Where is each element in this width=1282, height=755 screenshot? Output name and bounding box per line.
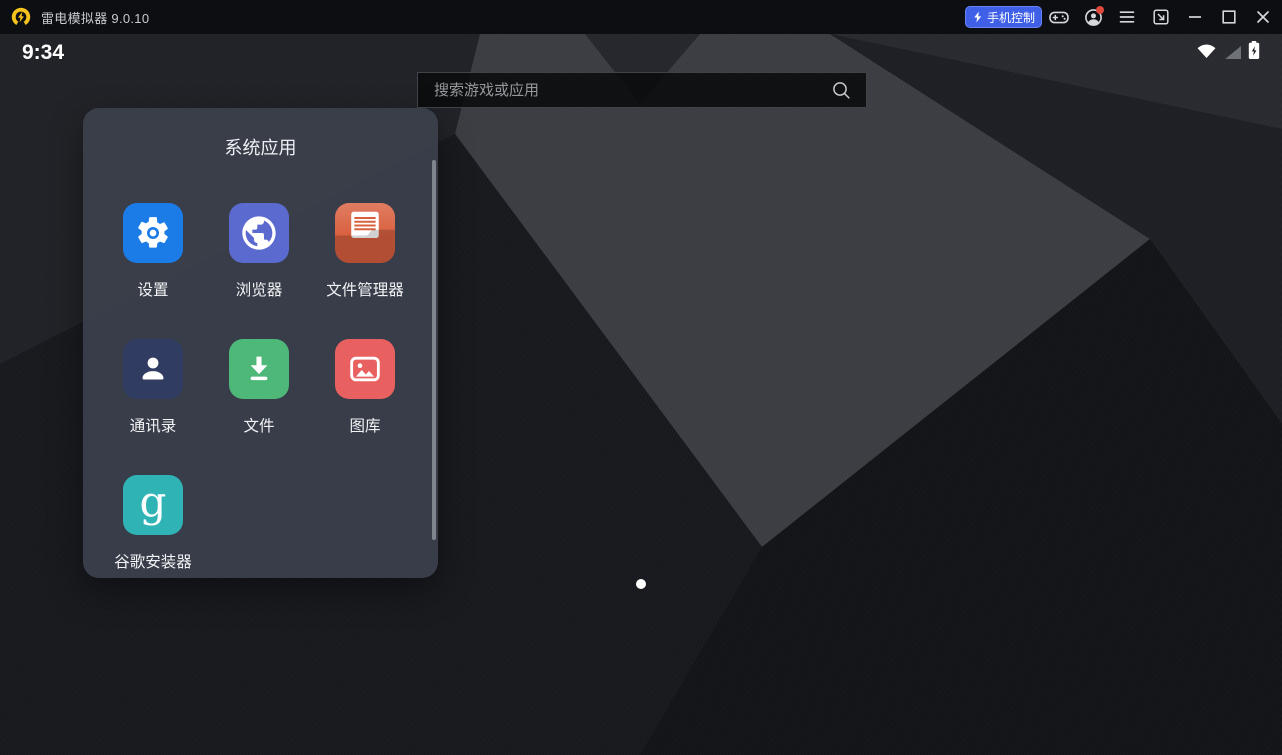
window-title: 雷电模拟器 9.0.10 — [41, 8, 149, 27]
app-settings[interactable]: 设置 — [100, 203, 206, 339]
android-screen: 9:34 系统应用 — [0, 34, 1282, 755]
app-label: 文件管理器 — [326, 278, 404, 300]
cellular-signal-icon — [1224, 43, 1242, 60]
globe-icon — [239, 213, 279, 253]
gear-icon — [134, 214, 172, 252]
photo-icon — [345, 349, 385, 389]
support-button[interactable] — [1076, 0, 1110, 34]
maximize-button[interactable] — [1212, 0, 1246, 34]
app-file-manager[interactable]: 文件管理器 — [312, 203, 418, 339]
status-icons — [1195, 40, 1260, 60]
hamburger-menu-icon — [1119, 9, 1135, 25]
files-app-icon — [229, 339, 289, 399]
app-google-installer[interactable]: g 谷歌安装器 — [100, 475, 206, 611]
search-input[interactable] — [418, 82, 831, 99]
close-button[interactable] — [1246, 0, 1280, 34]
resize-window-button[interactable] — [1144, 0, 1178, 34]
maximize-icon — [1221, 9, 1237, 25]
folder-scrollbar[interactable] — [432, 160, 436, 540]
gallery-app-icon — [335, 339, 395, 399]
app-label: 谷歌安装器 — [114, 550, 192, 572]
app-label: 通讯录 — [130, 414, 177, 436]
minimize-button[interactable] — [1178, 0, 1212, 34]
page-indicator-dot — [636, 579, 646, 589]
apps-grid: 设置 浏览器 — [100, 203, 418, 611]
contacts-app-icon — [123, 339, 183, 399]
download-icon — [240, 350, 278, 388]
app-label: 文件 — [243, 414, 274, 436]
letter-g-icon: g — [140, 481, 167, 523]
browser-app-icon — [229, 203, 289, 263]
battery-charging-icon — [1248, 40, 1260, 60]
folder-document-icon — [335, 203, 395, 263]
phone-control-button[interactable]: 手机控制 — [965, 6, 1042, 28]
emulator-window: 雷电模拟器 9.0.10 手机控制 — [0, 0, 1282, 755]
resize-window-icon — [1153, 9, 1169, 25]
gamepad-button[interactable] — [1042, 0, 1076, 34]
google-installer-app-icon: g — [123, 475, 183, 535]
gamepad-icon — [1049, 10, 1069, 25]
system-apps-folder-panel: 系统应用 设置 浏览器 — [83, 108, 438, 578]
app-gallery[interactable]: 图库 — [312, 339, 418, 475]
titlebar: 雷电模拟器 9.0.10 手机控制 — [0, 0, 1282, 34]
ldplayer-logo-icon — [10, 6, 32, 28]
phone-control-label: 手机控制 — [987, 9, 1035, 26]
search-bar — [417, 72, 867, 108]
app-files[interactable]: 文件 — [206, 339, 312, 475]
titlebar-controls: 手机控制 — [965, 0, 1280, 34]
minimize-icon — [1187, 9, 1203, 25]
status-clock: 9:34 — [22, 41, 64, 65]
bolt-icon — [972, 11, 983, 23]
app-label: 设置 — [137, 278, 168, 300]
app-contacts[interactable]: 通讯录 — [100, 339, 206, 475]
app-label: 图库 — [349, 414, 380, 436]
person-icon — [135, 351, 171, 387]
folder-title: 系统应用 — [83, 134, 438, 160]
app-browser[interactable]: 浏览器 — [206, 203, 312, 339]
file-manager-app-icon — [335, 203, 395, 263]
notification-badge — [1096, 6, 1104, 14]
menu-button[interactable] — [1110, 0, 1144, 34]
search-icon[interactable] — [831, 80, 852, 101]
settings-app-icon — [123, 203, 183, 263]
close-icon — [1255, 9, 1271, 25]
wifi-icon — [1195, 41, 1218, 60]
app-label: 浏览器 — [236, 278, 283, 300]
